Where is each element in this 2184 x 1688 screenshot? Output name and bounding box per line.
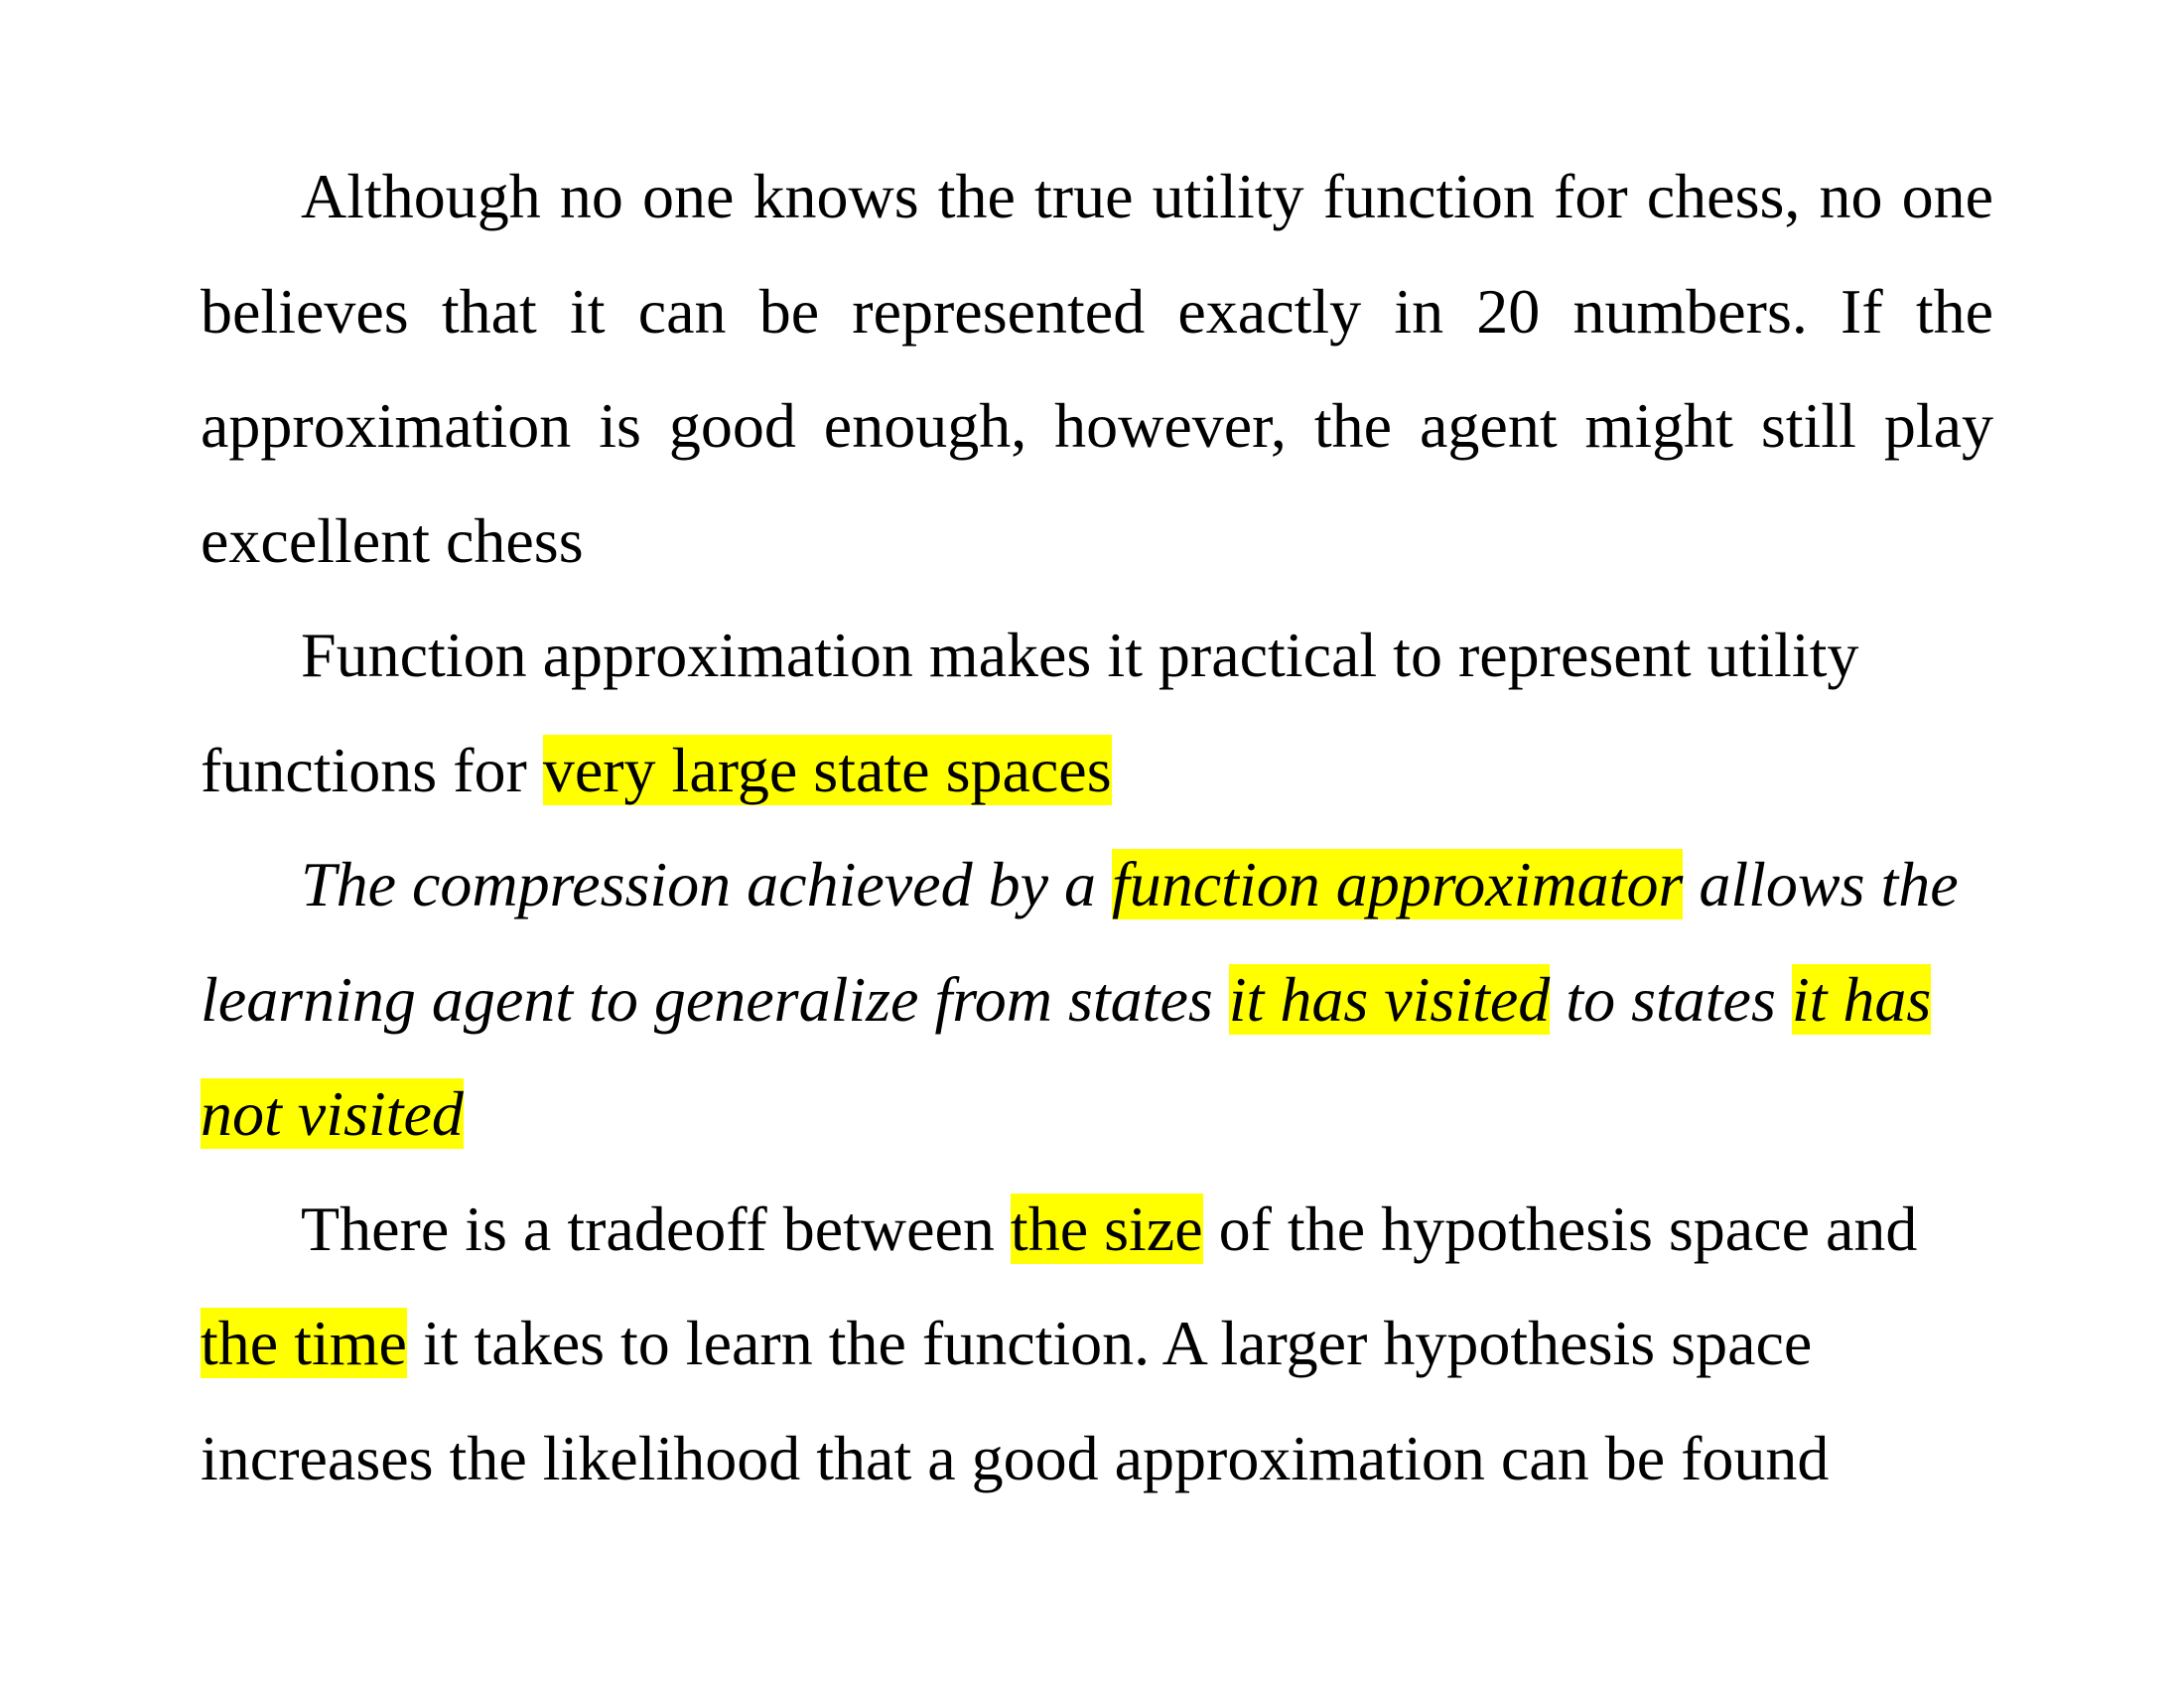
highlighted-text: the time: [201, 1308, 407, 1378]
document-body: Although no one knows the true utility f…: [201, 139, 1993, 1515]
text-segment: of the hypothesis space and: [1202, 1193, 1918, 1264]
highlighted-text: the size: [1010, 1193, 1203, 1264]
text-segment: Although no one knows the true utility f…: [201, 161, 1993, 576]
highlighted-text: very large state spaces: [542, 734, 1112, 805]
paragraph-chess-utility: Although no one knows the true utility f…: [201, 139, 1993, 598]
text-segment: The compression achieved by a: [301, 849, 1112, 919]
highlighted-text: it has visited: [1228, 963, 1551, 1035]
paragraph-compression: The compression achieved by a function a…: [201, 827, 1993, 1172]
text-segment: There is a tradeoff between: [301, 1193, 1011, 1264]
text-segment: it takes to learn the function. A larger…: [201, 1308, 1830, 1493]
paragraph-function-approximation: Function approximation makes it practica…: [201, 598, 1993, 827]
highlighted-text: function approximator: [1111, 849, 1684, 919]
paragraph-tradeoff: There is a tradeoff between the size of …: [201, 1172, 1993, 1516]
text-segment: to states: [1550, 963, 1792, 1035]
document-page: Although no one knows the true utility f…: [0, 0, 2184, 1688]
